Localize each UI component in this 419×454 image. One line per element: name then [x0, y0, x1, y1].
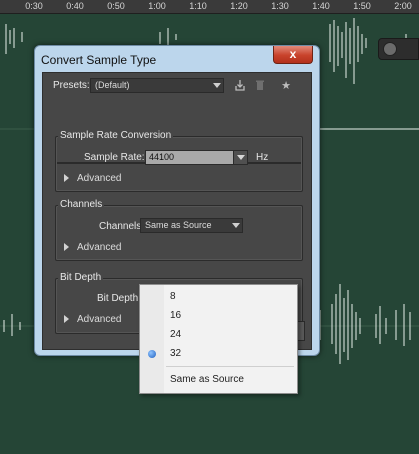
bit-depth-group-title: Bit Depth [58, 272, 104, 283]
advanced-label: Advanced [77, 173, 122, 184]
ruler-tick-label: 1:30 [271, 1, 289, 11]
channels-label: Channels: [99, 221, 145, 232]
ruler-tick-label: 1:10 [189, 1, 207, 11]
sample-rate-label: Sample Rate: [84, 152, 145, 163]
ruler-tick-label: 0:40 [66, 1, 84, 11]
menu-item-16[interactable]: 16 [170, 307, 181, 325]
presets-label: Presets: [53, 80, 90, 91]
ruler-tick-label: 1:50 [353, 1, 371, 11]
disclosure-triangle-icon [64, 174, 69, 183]
sample-rate-unit: Hz [256, 152, 269, 163]
chevron-down-icon [213, 83, 221, 88]
bit-depth-options-menu: 8 16 24 32 Same as Source [139, 284, 298, 394]
disclosure-triangle-icon [64, 243, 69, 252]
presets-row: Presets: (Default) ★ [53, 78, 305, 94]
channels-value: Same as Source [145, 220, 212, 230]
menu-item-same-as-source[interactable]: Same as Source [170, 371, 244, 389]
menu-item-8[interactable]: 8 [170, 288, 176, 306]
sample-rate-advanced-toggle[interactable]: Advanced [64, 173, 121, 184]
ruler-tick-label: 0:30 [25, 1, 43, 11]
save-preset-icon[interactable] [233, 79, 247, 93]
ruler-tick-label: 1:40 [312, 1, 330, 11]
sample-rate-group-title: Sample Rate Conversion [58, 130, 174, 141]
timeline-ruler[interactable]: 0:30 0:40 0:50 1:00 1:10 1:20 1:30 1:40 … [0, 0, 419, 14]
dialog-title: Convert Sample Type [41, 53, 157, 67]
presets-dropdown[interactable]: (Default) [90, 78, 224, 93]
menu-item-24[interactable]: 24 [170, 326, 181, 344]
sample-rate-group: Sample Rate Conversion Sample Rate: 4410… [55, 130, 303, 192]
advanced-label: Advanced [77, 314, 122, 325]
ruler-tick-label: 0:50 [107, 1, 125, 11]
disclosure-triangle-icon [64, 315, 69, 324]
menu-separator [166, 366, 294, 367]
knob-dial-icon[interactable] [383, 42, 397, 56]
selected-radio-icon [148, 350, 156, 358]
dialog-titlebar[interactable]: Convert Sample Type x [35, 46, 319, 72]
delete-preset-icon[interactable] [253, 79, 267, 93]
favorite-star-icon[interactable]: ★ [279, 79, 293, 93]
channels-dropdown[interactable]: Same as Source [140, 218, 243, 233]
channels-advanced-toggle[interactable]: Advanced [64, 242, 121, 253]
advanced-label: Advanced [77, 242, 122, 253]
bit-depth-label: Bit Depth: [97, 293, 141, 304]
ruler-tick-label: 1:00 [148, 1, 166, 11]
menu-gutter [140, 285, 164, 393]
presets-value: (Default) [95, 80, 130, 90]
sample-rate-value: 44100 [149, 152, 175, 162]
channels-group: Channels Channels: Same as Source Advanc… [55, 199, 303, 261]
ruler-tick-label: 2:00 [394, 1, 412, 11]
bit-depth-advanced-toggle[interactable]: Advanced [64, 314, 121, 325]
sample-rate-combo[interactable]: 44100 [145, 150, 248, 165]
menu-item-32[interactable]: 32 [170, 345, 181, 363]
ruler-tick-label: 1:20 [230, 1, 248, 11]
close-icon: x [289, 47, 297, 61]
close-button[interactable]: x [273, 46, 313, 64]
chevron-down-icon[interactable] [233, 151, 247, 164]
channels-group-title: Channels [58, 199, 105, 210]
volume-knob-hud[interactable] [378, 38, 419, 60]
chevron-down-icon [232, 223, 240, 228]
